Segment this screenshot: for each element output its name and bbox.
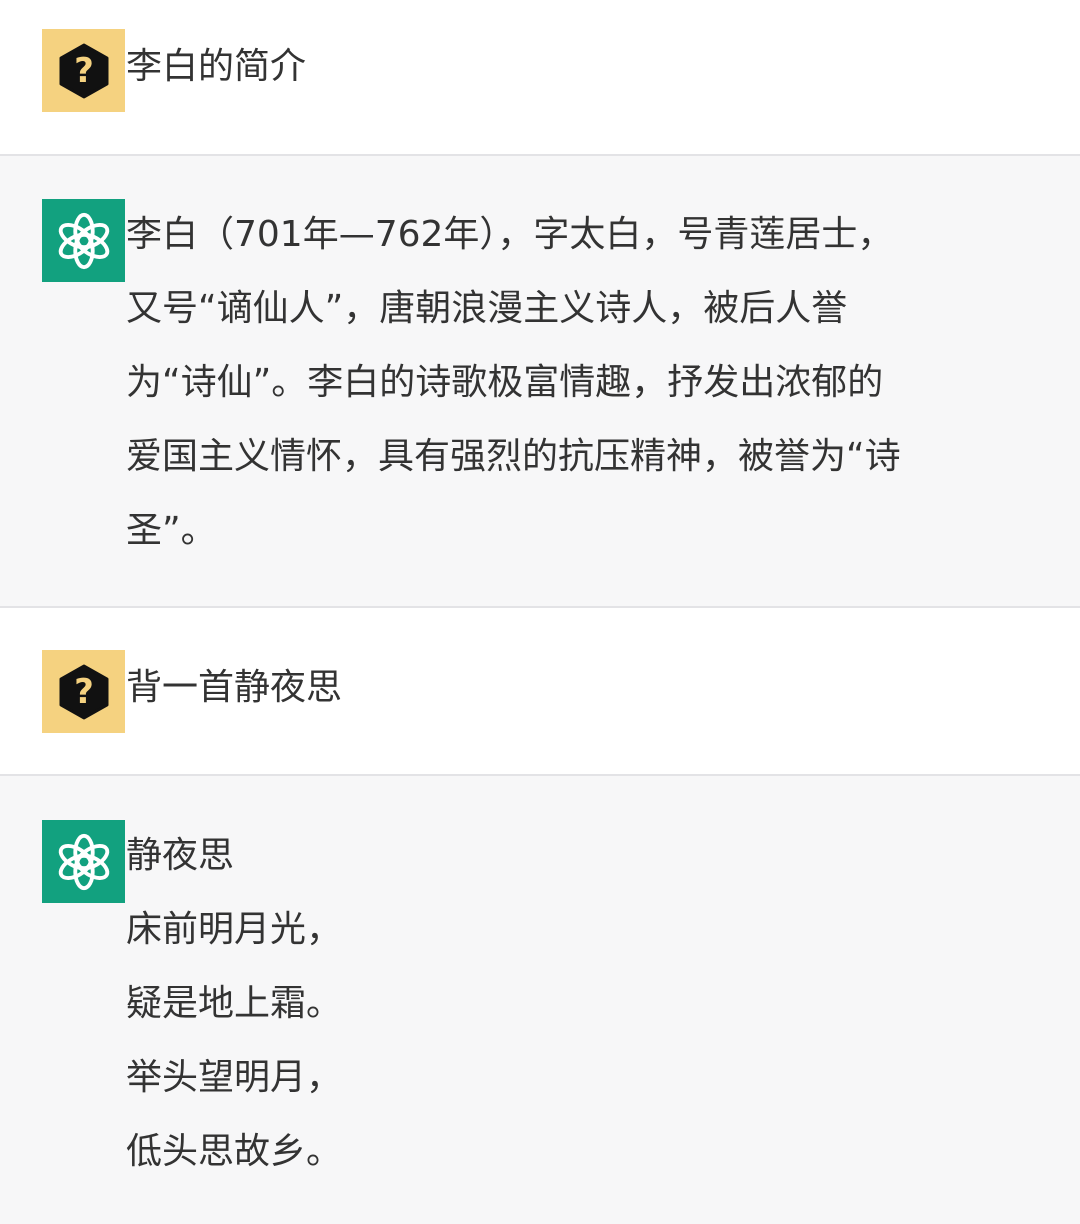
user-avatar: ?	[42, 650, 125, 733]
poem-line: 床前明月光，	[126, 909, 343, 950]
user-message-text: 李白的简介	[126, 46, 307, 87]
text-line: 圣”。	[126, 510, 217, 551]
openai-logo-icon	[58, 833, 109, 890]
svg-text:?: ?	[74, 51, 94, 91]
poem-line: 举头望明月，	[126, 1057, 343, 1098]
question-hexagon-icon: ?	[59, 664, 108, 719]
poem-line: 低头思故乡。	[126, 1131, 343, 1172]
poem-line: 疑是地上霜。	[126, 983, 343, 1024]
user-avatar: ?	[42, 29, 125, 112]
assistant-message: 李白（701年—762年），字太白，号青莲居士， 又号“谪仙人”，唐朝浪漫主义诗…	[0, 156, 1080, 606]
assistant-avatar	[42, 199, 125, 282]
assistant-message: 静夜思 床前明月光， 疑是地上霜。 举头望明月， 低头思故乡。	[0, 776, 1080, 1224]
text-line: 又号“谪仙人”，唐朝浪漫主义诗人，被后人誉	[126, 288, 848, 329]
user-message: ? 背一首静夜思	[0, 608, 1080, 774]
question-hexagon-icon: ?	[59, 43, 108, 98]
text-line: 为“诗仙”。李白的诗歌极富情趣，抒发出浓郁的	[126, 362, 884, 403]
svg-text:?: ?	[74, 672, 94, 712]
assistant-message-text: 李白（701年—762年），字太白，号青莲居士， 又号“谪仙人”，唐朝浪漫主义诗…	[126, 198, 901, 568]
chat-conversation: ? 李白的简介 李白（701年—762年），字太白，号青莲居士， 又号“谪仙人”…	[0, 0, 1080, 1224]
text-line: 爱国主义情怀，具有强烈的抗压精神，被誉为“诗	[126, 436, 901, 477]
poem-title: 静夜思	[126, 835, 235, 876]
assistant-message-text: 静夜思 床前明月光， 疑是地上霜。 举头望明月， 低头思故乡。	[126, 819, 342, 1189]
user-message-text: 背一首静夜思	[126, 667, 343, 708]
assistant-avatar	[42, 820, 125, 903]
user-message: ? 李白的简介	[0, 0, 1080, 154]
text-line: 李白（701年—762年），字太白，号青莲居士，	[126, 214, 894, 255]
openai-logo-icon	[58, 212, 109, 269]
